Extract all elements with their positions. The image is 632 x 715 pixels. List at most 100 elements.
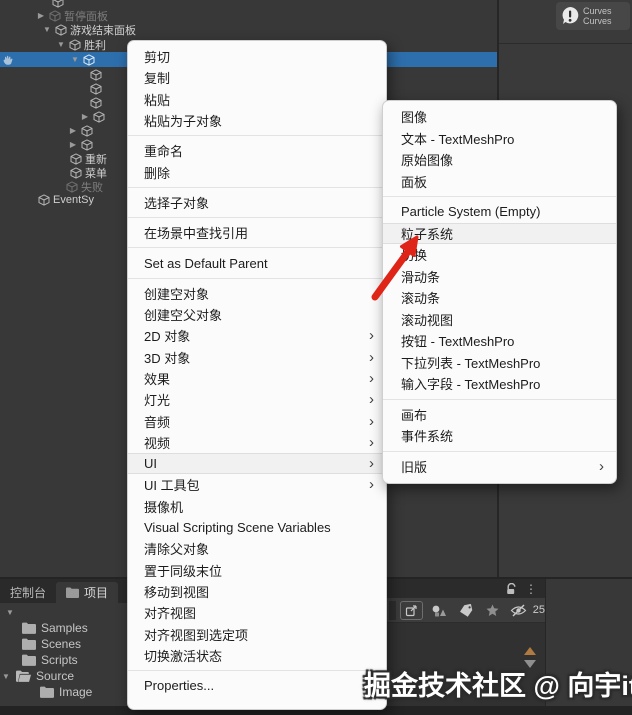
menu-item[interactable]: 切换激活状态 — [128, 645, 386, 666]
menu-item-label: 2D 对象 — [144, 329, 191, 345]
menu-item[interactable]: 对齐视图 — [128, 602, 386, 623]
menu-item[interactable]: 音频 › — [128, 410, 386, 431]
tag-icon[interactable] — [454, 601, 477, 620]
menu-item[interactable]: 输入字段 - TextMeshPro — [383, 373, 616, 395]
menu-separator — [383, 398, 616, 400]
menu-item[interactable]: 滚动视图 — [383, 309, 616, 331]
menu-item[interactable]: 摄像机 — [128, 496, 386, 517]
menu-item-label: 摄像机 — [144, 499, 184, 515]
watermark: 掘金技术社区 @ 向宇it — [364, 671, 632, 701]
menu-item[interactable]: 视频 › — [128, 432, 386, 453]
gameobject-cube-icon — [81, 138, 93, 151]
foldout-arrow-icon[interactable]: ▶ — [80, 112, 90, 121]
tab-project[interactable]: 项目 — [56, 582, 119, 603]
menu-item[interactable]: 剪切 — [128, 46, 386, 67]
menu-item[interactable]: 按钮 - TextMeshPro — [383, 330, 616, 352]
menu-item[interactable]: 创建空父对象 — [128, 304, 386, 325]
hierarchy-row[interactable]: ▼ 游戏结束面板 — [0, 22, 497, 37]
menu-item-label: Set as Default Parent — [144, 255, 268, 271]
scroll-up-icon[interactable] — [524, 647, 536, 655]
menu-item-label: UI — [144, 456, 157, 472]
menu-item[interactable]: 选择子对象 — [128, 192, 386, 213]
menu-item[interactable]: 下拉列表 - TextMeshPro — [383, 352, 616, 374]
menu-item[interactable]: 效果 › — [128, 368, 386, 389]
menu-item[interactable]: Particle System (Empty) — [383, 201, 616, 223]
gizmo-shapes-icon[interactable] — [427, 601, 450, 620]
menu-item[interactable]: 面板 — [383, 171, 616, 193]
menu-item[interactable]: 2D 对象 › — [128, 325, 386, 346]
star-icon[interactable] — [481, 601, 504, 620]
menu-separator — [383, 196, 616, 197]
menu-item-label: 画布 — [401, 407, 428, 423]
menu-item[interactable]: 在场景中查找引用 — [128, 222, 386, 243]
menu-item[interactable]: UI › — [128, 453, 386, 475]
toolbar-button-partial[interactable] — [389, 600, 396, 620]
maximize-icon[interactable] — [399, 600, 423, 620]
gameobject-cube-icon — [52, 0, 64, 8]
menu-item[interactable]: 文本 - TextMeshPro — [383, 128, 616, 150]
menu-item[interactable]: 创建空对象 — [128, 283, 386, 304]
gameobject-cube-icon — [83, 53, 95, 66]
folder-icon — [40, 686, 54, 698]
menu-item[interactable]: 3D 对象 › — [128, 347, 386, 368]
menu-item[interactable]: Properties... — [128, 675, 386, 696]
folder-icon — [22, 638, 36, 650]
menu-item[interactable]: 对齐视图到选定项 — [128, 623, 386, 644]
foldout-arrow-icon[interactable]: ▶ — [68, 140, 78, 149]
menu-item[interactable]: 旧版 › — [383, 456, 616, 478]
notice-text: Curves Curves — [583, 6, 612, 26]
menu-item[interactable]: 置于同级末位 — [128, 560, 386, 581]
menu-item[interactable]: UI 工具包 › — [128, 474, 386, 495]
menu-item[interactable]: 灯光 › — [128, 389, 386, 410]
menu-item[interactable]: 原始图像 — [383, 149, 616, 171]
gameobject-cube-icon — [90, 96, 102, 109]
pane-header: ⋮ — [387, 579, 545, 598]
menu-item-label: UI 工具包 — [144, 478, 200, 494]
menu-item-label: 清除父对象 — [144, 542, 210, 558]
submenu-chevron-icon: › — [599, 457, 604, 475]
menu-item[interactable]: 清除父对象 — [128, 538, 386, 559]
foldout-arrow-icon[interactable]: ▶ — [68, 126, 78, 135]
gameobject-cube-icon — [38, 193, 50, 206]
menu-item-label: 3D 对象 — [144, 350, 191, 366]
menu-item[interactable]: 复制 — [128, 67, 386, 88]
menu-item[interactable]: Visual Scripting Scene Variables — [128, 517, 386, 538]
menu-item[interactable]: 粘贴 — [128, 89, 386, 110]
submenu-chevron-icon: › — [369, 327, 374, 345]
tab-console[interactable]: 控制台 — [0, 582, 56, 603]
menu-item[interactable]: 事件系统 — [383, 425, 616, 447]
menu-item-label: Visual Scripting Scene Variables — [144, 520, 331, 536]
project-item-label: Samples — [41, 621, 88, 635]
kebab-menu-icon[interactable]: ⋮ — [525, 582, 537, 596]
lock-icon[interactable] — [506, 582, 517, 595]
menu-item[interactable]: Set as Default Parent — [128, 252, 386, 273]
gameobject-cube-icon — [70, 166, 82, 179]
menu-item[interactable]: 移动到视图 — [128, 581, 386, 602]
menu-item[interactable]: 重命名 — [128, 140, 386, 161]
menu-item[interactable]: 图像 — [383, 106, 616, 128]
submenu-chevron-icon: › — [369, 476, 374, 494]
foldout-arrow-icon[interactable]: ▶ — [36, 11, 46, 20]
submenu-chevron-icon: › — [369, 348, 374, 366]
menu-item-label: 文本 - TextMeshPro — [401, 131, 515, 147]
foldout-arrow-icon[interactable]: ▼ — [2, 672, 11, 681]
gameobject-cube-icon — [69, 38, 81, 51]
foldout-arrow-icon[interactable]: ▼ — [42, 25, 52, 34]
menu-item-label: 下拉列表 - TextMeshPro — [401, 355, 541, 371]
menu-item-label: 切换 — [401, 245, 604, 264]
menu-item-label: 复制 — [144, 71, 171, 87]
visibility-off-icon[interactable] — [508, 601, 527, 620]
menu-item-label: 按钮 - TextMeshPro — [401, 334, 515, 350]
console-notice[interactable]: Curves Curves — [556, 2, 630, 30]
foldout-arrow-icon[interactable]: ▼ — [6, 608, 15, 617]
menu-item-label: 音频 — [144, 414, 171, 430]
foldout-arrow-icon[interactable]: ▼ — [70, 55, 80, 64]
project-item-label: Scripts — [41, 653, 78, 667]
menu-item[interactable]: 画布 — [383, 404, 616, 426]
hierarchy-item-label: 游戏结束面板 — [70, 24, 136, 37]
menu-item[interactable]: 粘贴为子对象 — [128, 110, 386, 131]
foldout-arrow-icon[interactable]: ▼ — [56, 40, 66, 49]
menu-item-label: 在场景中查找引用 — [144, 226, 249, 242]
menu-item-label: 选择子对象 — [144, 195, 210, 211]
menu-item[interactable]: 删除 — [128, 161, 386, 182]
